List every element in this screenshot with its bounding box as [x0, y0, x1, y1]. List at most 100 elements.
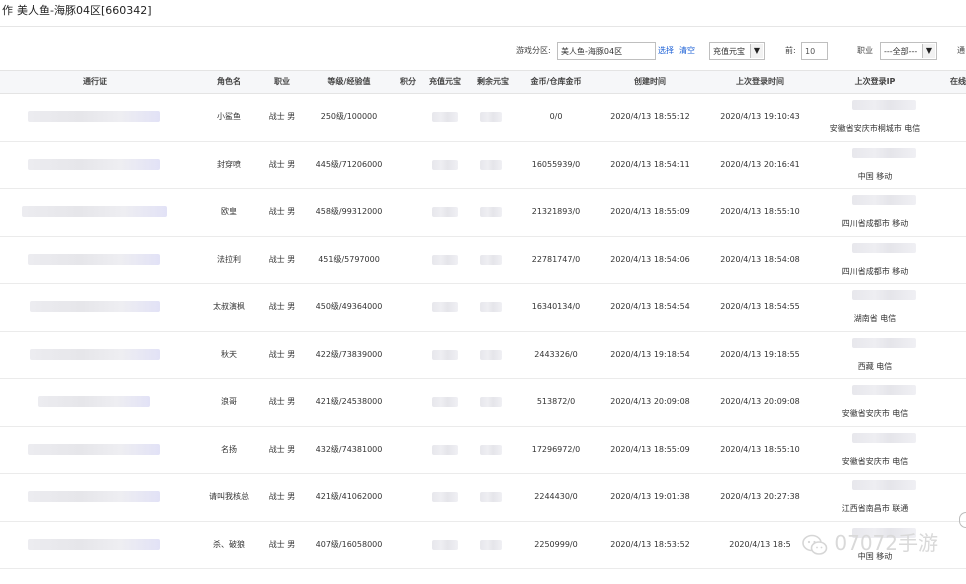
role-name-cell: 欧皇	[221, 207, 237, 216]
created-time-cell: 2020/4/13 20:09:08	[610, 397, 690, 406]
select-server-link[interactable]: 选择	[658, 42, 674, 60]
table-row[interactable]: 请叫我核总 战士 男 421级/41062000 2244430/0 2020/4/13…	[0, 474, 966, 522]
role-name-cell: 小鲨鱼	[217, 112, 241, 121]
col-profession[interactable]: 职业	[262, 71, 302, 93]
wechat-icon	[802, 534, 828, 555]
gold-cell: 16055939/0	[531, 159, 581, 169]
col-passport[interactable]: 通行证	[25, 71, 165, 93]
level-exp-cell: 445级/71206000	[315, 159, 383, 169]
profession-cell: 战士 男	[268, 159, 296, 169]
gold-cell: 2244430/0	[534, 492, 578, 501]
col-last-ip[interactable]: 上次登录IP	[820, 71, 930, 93]
table-row[interactable]: 秋天 战士 男 422级/73839000 2443326/0 2020/4/13 19…	[0, 332, 966, 379]
table-header: 通行证 角色名 职业 等级/经验值 积分 充值元宝 剩余元宝 金币/仓库金币 创…	[0, 70, 966, 94]
last-ip-cell: 中国 移动	[820, 142, 930, 188]
profession-cell: 战士 男	[268, 539, 296, 549]
table-row[interactable]: 法拉利 战士 男 451级/5797000 22781747/0 2020/4/13 1…	[0, 237, 966, 284]
profession-cell: 战士 男	[268, 492, 296, 501]
role-name-cell: 太叔演枫	[213, 302, 245, 311]
last-login-cell: 2020/4/13 18:54:55	[720, 302, 800, 311]
currency-select-value: 充值元宝	[713, 47, 745, 56]
remaining-ingot-redacted	[480, 349, 502, 360]
filter-bar: 游戏分区: 美人鱼-海豚04区 选择 清空 充值元宝 ▼ 前: 10 职业 --…	[0, 42, 966, 64]
clear-server-link[interactable]: 清空	[679, 42, 695, 60]
remaining-ingot-redacted	[480, 397, 502, 407]
last-login-cell: 2020/4/13 18:54:08	[720, 254, 800, 264]
level-exp-cell: 422级/73839000	[315, 349, 383, 359]
last-login-cell: 2020/4/13 18:55:10	[720, 444, 800, 454]
side-scroll-handle[interactable]	[959, 512, 966, 528]
recharge-ingot-redacted	[432, 492, 458, 502]
chevron-down-icon: ▼	[750, 44, 763, 58]
threshold-input[interactable]: 10	[801, 42, 828, 60]
created-time-cell: 2020/4/13 18:53:52	[610, 539, 690, 549]
profession-cell: 战士 男	[268, 207, 296, 216]
last-login-cell: 2020/4/13 18:55:10	[720, 207, 800, 216]
gold-cell: 17296972/0	[531, 444, 581, 454]
gold-cell: 513872/0	[536, 397, 576, 406]
gold-cell: 0/0	[549, 112, 563, 121]
ip-address-redacted	[852, 100, 916, 110]
role-name-cell: 杀、破狼	[213, 539, 245, 549]
table-row[interactable]: 封穿喷 战士 男 445级/71206000 16055939/0 2020/4/13 …	[0, 142, 966, 189]
col-last-login[interactable]: 上次登录时间	[710, 71, 810, 93]
table-row[interactable]: 浪哥 战士 男 421级/24538000 513872/0 2020/4/13 20:…	[0, 379, 966, 427]
last-ip-cell: 江西省南昌市 联通	[820, 474, 930, 520]
last-login-cell: 2020/4/13 20:09:08	[720, 397, 800, 406]
gold-cell: 2250999/0	[534, 539, 578, 549]
ip-address-redacted	[852, 195, 916, 205]
recharge-ingot-redacted	[432, 302, 458, 312]
profession-cell: 战士 男	[268, 349, 296, 359]
ip-location: 安徽省安庆市桐城市 电信	[829, 124, 921, 133]
remaining-ingot-redacted	[480, 444, 502, 455]
role-name-cell: 秋天	[221, 349, 237, 359]
server-label: 游戏分区:	[516, 46, 551, 55]
col-recharge-ingot[interactable]: 充值元宝	[422, 71, 468, 93]
level-exp-cell: 407级/16058000	[315, 539, 383, 549]
remaining-ingot-redacted	[480, 302, 502, 312]
level-exp-cell: 421级/41062000	[315, 492, 383, 501]
server-input[interactable]: 美人鱼-海豚04区	[557, 42, 656, 60]
col-remaining-ingot[interactable]: 剩余元宝	[470, 71, 516, 93]
last-login-cell: 2020/4/13 20:16:41	[720, 159, 800, 169]
passport-redacted	[30, 301, 160, 312]
gold-cell: 21321893/0	[531, 207, 581, 216]
divider	[0, 26, 966, 27]
col-role-name[interactable]: 角色名	[203, 71, 255, 93]
profession-select[interactable]: ---全部--- ▼	[880, 42, 937, 60]
profession-cell: 战士 男	[268, 302, 296, 311]
currency-select[interactable]: 充值元宝 ▼	[709, 42, 765, 60]
role-name-cell: 浪哥	[221, 397, 237, 406]
table-row[interactable]: 小鲨鱼 战士 男 250级/100000 0/0 2020/4/13 18:55:12 2…	[0, 94, 966, 142]
level-exp-cell: 421级/24538000	[315, 397, 383, 406]
title-bar: 作美人鱼-海豚04区[660342]	[0, 0, 966, 26]
ip-address-redacted	[852, 385, 916, 395]
passport-redacted	[30, 348, 160, 360]
col-points[interactable]: 积分	[392, 71, 424, 93]
ip-location: 中国 移动	[857, 171, 893, 181]
remaining-ingot-redacted	[480, 112, 502, 122]
ip-address-redacted	[852, 432, 916, 443]
recharge-ingot-redacted	[432, 539, 458, 550]
level-exp-cell: 432级/74381000	[315, 444, 383, 454]
col-level-exp[interactable]: 等级/经验值	[307, 71, 391, 93]
table-row[interactable]: 欧皇 战士 男 458级/99312000 21321893/0 2020/4/13 1…	[0, 189, 966, 237]
profession-cell: 战士 男	[268, 254, 296, 264]
col-gold[interactable]: 金币/仓库金币	[516, 71, 596, 93]
title-prefix: 作	[2, 4, 13, 17]
ip-location: 四川省成都市 移动	[841, 219, 909, 228]
col-online[interactable]: 在线	[946, 71, 966, 93]
role-name-cell: 请叫我核总	[209, 492, 249, 501]
passport-redacted	[28, 538, 160, 550]
table-row[interactable]: 太叔演枫 战士 男 450级/49364000 16340134/0 2020/4/13…	[0, 284, 966, 332]
server-region-title: 美人鱼-海豚04区[660342]	[17, 4, 152, 17]
last-ip-cell: 四川省成都市 移动	[820, 237, 930, 283]
watermark: 07072手游	[802, 528, 938, 558]
role-name-cell: 法拉利	[217, 254, 241, 264]
ip-address-redacted	[852, 242, 916, 253]
profession-label: 职业	[857, 46, 873, 55]
col-created[interactable]: 创建时间	[600, 71, 700, 93]
gold-cell: 22781747/0	[531, 254, 581, 264]
remaining-ingot-redacted	[480, 159, 502, 170]
table-row[interactable]: 名扬 战士 男 432级/74381000 17296972/0 2020/4/13 1…	[0, 427, 966, 474]
